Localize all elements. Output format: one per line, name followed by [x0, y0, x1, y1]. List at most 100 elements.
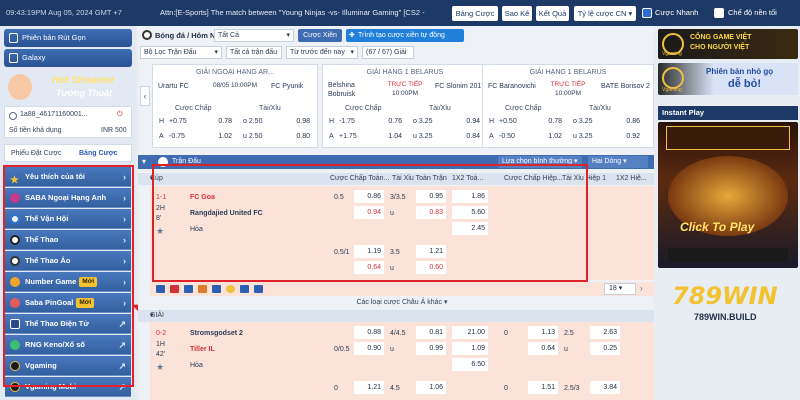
odds-type-label: Tỷ lệ cược CN — [577, 9, 627, 18]
handicap-line: +0.75 — [169, 118, 187, 125]
banner-line-2: dễ bỏ! — [728, 78, 761, 90]
instant-play-game-banner[interactable]: Click To Play — [658, 122, 798, 268]
filter-bar: Bộ Lọc Trận Đấu ▾ Tất cả trận đấu Từ trướ… — [138, 45, 654, 63]
galaxy-button[interactable]: Galaxy — [4, 49, 132, 67]
bet-list-tab[interactable]: Bảng Cược — [79, 150, 117, 157]
tv-icon[interactable] — [156, 285, 165, 293]
chevron-down-icon: ▾ — [214, 49, 218, 56]
card-league: GIẢI HẠNG 1 BELARUS — [529, 69, 607, 76]
handicap-line-1h: 0 — [504, 385, 508, 392]
ou-odd[interactable]: 0.84 — [453, 130, 483, 143]
carousel-prev-button[interactable]: ‹ — [140, 86, 150, 106]
ou-odd-1h[interactable]: 2.63 — [590, 326, 620, 339]
scoreboard-icon[interactable] — [240, 285, 249, 293]
1x2-odd[interactable]: 1.09 — [452, 342, 488, 355]
quick-bet-toggle[interactable] — [642, 8, 652, 18]
vgaming-banner-2[interactable]: Phiên bản nhỏ gọ dễ bỏ! Vgaming — [658, 63, 798, 95]
match-filter-select[interactable]: Bộ Lọc Trận Đấu ▾ — [140, 46, 222, 59]
ou-line: 4.5 — [390, 385, 400, 392]
vgaming-logo-icon — [662, 67, 684, 89]
card-handicap-header: Cược Chấp — [345, 105, 382, 112]
handicap-odd[interactable]: 1.02 — [205, 130, 235, 143]
handicap-odd-1h[interactable]: 1.51 — [528, 381, 558, 394]
more-bets-count[interactable]: 18 ▾ — [604, 283, 636, 295]
card-live-label: TRỰC TIẾP — [550, 81, 586, 88]
league-select[interactable]: (67 / 67) Giải — [362, 46, 414, 59]
top-bar: 09:43:19PM Aug 05, 2024 GMT +7 Attn:[E-S… — [0, 0, 800, 26]
draw-label: Hòa — [190, 362, 203, 369]
ou-line: o 2.50 — [243, 118, 263, 125]
card-live-label: TRỰC TIẾP — [387, 81, 423, 88]
ou-odd[interactable]: 0.81 — [416, 326, 446, 339]
row-label: H — [329, 118, 335, 125]
market-select[interactable]: Tất Cả ▾ — [214, 29, 294, 42]
ou-odd[interactable]: 0.80 — [283, 130, 313, 143]
card-time: 10:00PM — [554, 90, 582, 97]
results-button[interactable]: Kết Quả — [536, 6, 569, 21]
time-sort-select[interactable]: Từ trước đến nay ▾ — [286, 46, 358, 59]
ou-odd[interactable]: 1.06 — [416, 381, 446, 394]
info-icon[interactable] — [212, 285, 221, 293]
ou-odd[interactable]: 0.86 — [613, 115, 643, 128]
game-thumbnail-strip — [666, 126, 790, 150]
soccer-ball-icon — [142, 30, 152, 40]
handicap-odd[interactable]: 0.90 — [354, 342, 384, 355]
hot-streamer-banner[interactable]: Hot Streamer Tưởng Thuật — [4, 70, 132, 104]
bet-slip-tab[interactable]: Phiếu Đặt Cược — [11, 150, 62, 157]
featured-match-card-3[interactable]: GIẢI HẠNG 1 BELARUS FC Baranovichi BATE … — [482, 64, 654, 148]
statement-button[interactable]: Sao Kê — [502, 6, 532, 21]
parlay-button[interactable]: Cược Xiên — [298, 29, 342, 42]
handicap-odd[interactable]: 0.88 — [354, 326, 384, 339]
match-period: 1H — [156, 341, 165, 348]
handicap-odd[interactable]: 1.21 — [354, 381, 384, 394]
chart-icon[interactable] — [198, 285, 207, 293]
auto-parlay-button[interactable]: ✚ Trình tạo cược xiên tự động — [346, 29, 464, 42]
chevron-down-icon: ▾ — [286, 32, 290, 39]
account-panel: 1a88_46171160001... ⏻ Số tiền khả dụng I… — [4, 106, 132, 138]
handicap-odd[interactable]: 0.76 — [375, 115, 405, 128]
stats-icon[interactable] — [184, 285, 193, 293]
announcement-marquee[interactable]: Attn:[E-Sports] The match between "Young… — [160, 8, 450, 17]
expand-icon[interactable]: › — [640, 284, 643, 293]
away-team: Tiller IL — [190, 346, 215, 353]
instant-play-header: Instant Play — [658, 106, 798, 120]
bet-list-button[interactable]: Bảng Cược — [452, 6, 498, 21]
handicap-odd-1h[interactable]: 1.13 — [528, 326, 558, 339]
1x2-odd[interactable]: 21.00 — [452, 326, 488, 339]
ou-line: 4/4.5 — [390, 330, 406, 337]
ou-odd[interactable]: 0.98 — [283, 115, 313, 128]
compact-version-button[interactable]: Phiên bản Rút Gọn — [4, 29, 132, 47]
line-mode-select[interactable]: Hai Dòng ▾ — [588, 156, 648, 168]
1x2-odd[interactable]: 6.50 — [452, 358, 488, 371]
logout-icon[interactable]: ⏻ — [117, 111, 123, 119]
ou-odd[interactable]: 0.99 — [416, 342, 446, 355]
all-matches-select[interactable]: Tất cả trận đấu — [226, 46, 282, 59]
coin-icon[interactable] — [226, 285, 235, 293]
match-tools-row: 18 ▾ › — [150, 282, 654, 296]
ou-odd-1h[interactable]: 3.84 — [590, 381, 620, 394]
dark-mode-checkbox[interactable] — [714, 8, 724, 18]
balance-value: INR 500 — [101, 127, 127, 134]
live-stream-icon[interactable] — [170, 285, 179, 293]
banner-brand: Vgaming — [662, 51, 682, 57]
more-asian-odds-link[interactable]: Các loại cược Châu Á khác ▾ — [150, 297, 654, 309]
row-label: H — [159, 118, 165, 125]
ou-line: u — [390, 346, 394, 353]
odds-type-select[interactable]: Tỷ lệ cược CN ▾ — [574, 6, 636, 21]
collapse-icon[interactable]: ▾ — [142, 155, 146, 169]
vgaming-banner-1[interactable]: CỔNG GAME VIỆT CHO NGƯỜI VIỆT Vgaming — [658, 29, 798, 59]
row-label: A — [159, 133, 164, 140]
featured-match-card-1[interactable]: GIẢI NGOẠI HẠNG AR... Urartu FC FC Pyuni… — [152, 64, 318, 148]
ou-odd[interactable]: 0.92 — [613, 130, 643, 143]
handicap-odd[interactable]: 1.02 — [535, 130, 565, 143]
handicap-odd[interactable]: 0.78 — [535, 115, 565, 128]
favorite-star-icon[interactable]: ★ — [156, 362, 164, 373]
handicap-odd[interactable]: 1.04 — [375, 130, 405, 143]
handicap-line: -0.50 — [499, 133, 515, 140]
handicap-odd[interactable]: 0.78 — [205, 115, 235, 128]
ou-odd-1h[interactable]: 0.25 — [590, 342, 620, 355]
handicap-odd-1h[interactable]: 0.64 — [528, 342, 558, 355]
timeline-icon[interactable] — [254, 285, 263, 293]
ou-odd[interactable]: 0.94 — [453, 115, 483, 128]
featured-match-card-2[interactable]: GIẢI HẠNG 1 BELARUS Belshina Bobruisk FC… — [322, 64, 488, 148]
